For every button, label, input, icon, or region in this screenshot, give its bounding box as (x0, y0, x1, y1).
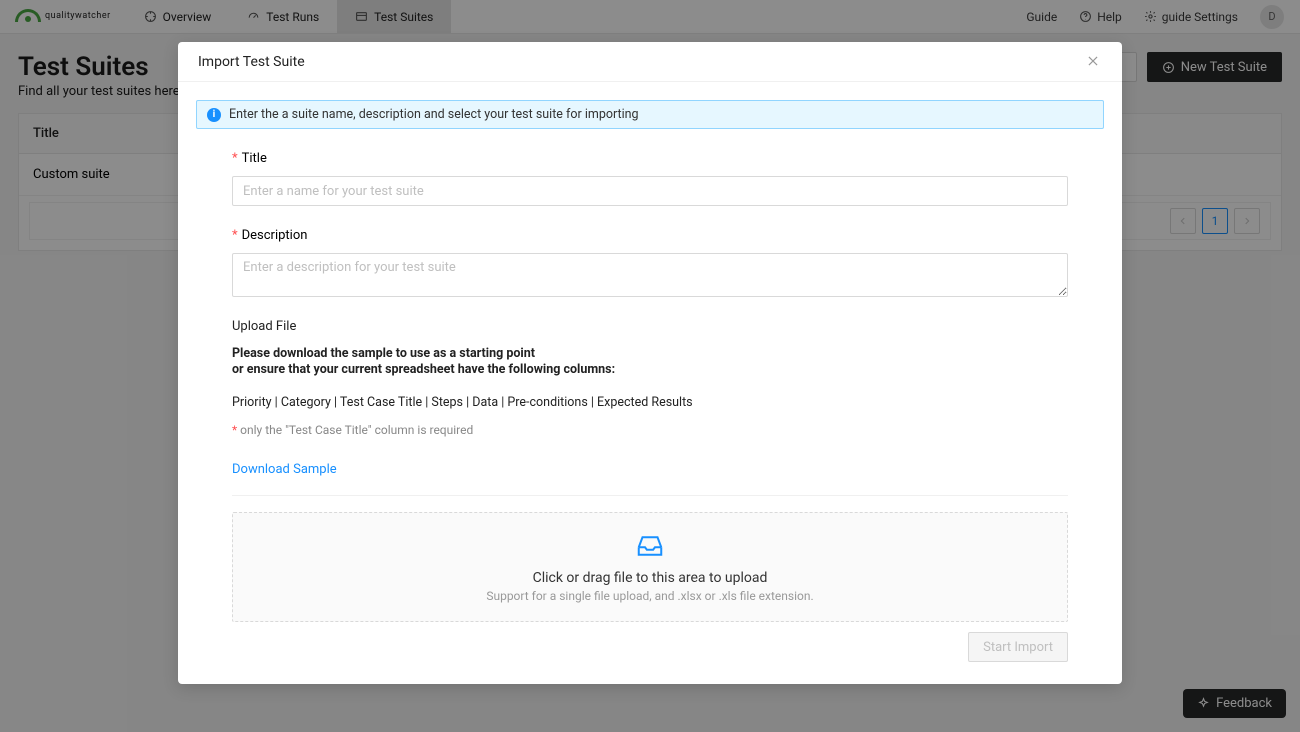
upload-note: * only the "Test Case Title" column is r… (196, 423, 1104, 439)
upload-columns-list: Priority | Category | Test Case Title | … (196, 395, 1104, 411)
upload-helper-line1: Please download the sample to use as a s… (196, 346, 1104, 379)
close-icon[interactable] (1086, 54, 1102, 70)
dropzone-sub-text: Support for a single file upload, and .x… (486, 589, 813, 603)
upload-section-label: Upload File (196, 319, 1104, 334)
info-text: Enter the a suite name, description and … (229, 107, 639, 122)
info-icon: i (207, 108, 221, 122)
import-modal: Import Test Suite i Enter the a suite na… (178, 42, 1122, 684)
dropzone-main-text: Click or drag file to this area to uploa… (533, 570, 768, 586)
modal-overlay[interactable]: Import Test Suite i Enter the a suite na… (0, 0, 1300, 732)
description-label: *Description (232, 228, 1068, 243)
modal-header: Import Test Suite (178, 42, 1122, 82)
suite-description-input[interactable] (232, 253, 1068, 297)
suite-title-input[interactable] (232, 176, 1068, 206)
start-import-button[interactable]: Start Import (968, 632, 1068, 662)
title-label: *Title (232, 151, 1068, 166)
info-alert: i Enter the a suite name, description an… (196, 100, 1104, 129)
download-sample-link[interactable]: Download Sample (232, 462, 337, 477)
divider (232, 495, 1068, 496)
file-dropzone[interactable]: Click or drag file to this area to uploa… (232, 512, 1068, 622)
inbox-icon (635, 531, 665, 561)
modal-title: Import Test Suite (198, 54, 305, 70)
